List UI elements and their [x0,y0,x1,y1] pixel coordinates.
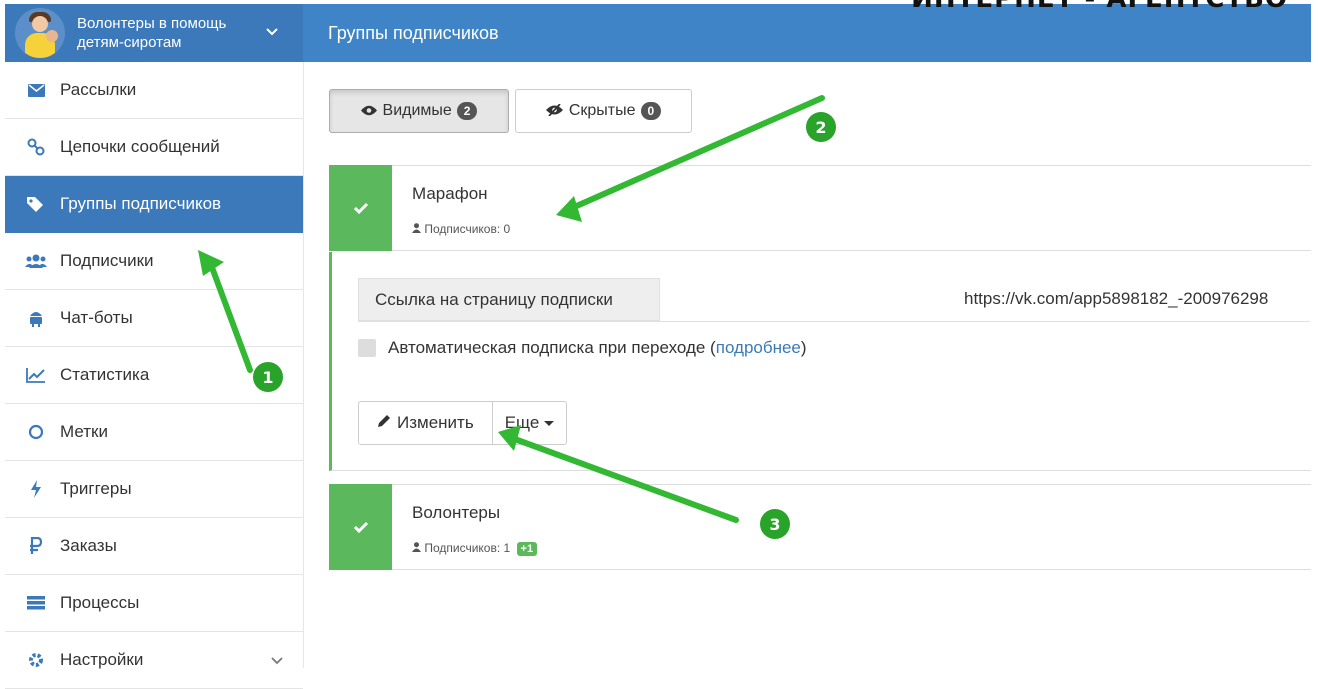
auto-subscribe-option: Автоматическая подписка при переходе (по… [358,338,807,358]
envelope-icon [25,83,47,97]
watermark: ИНТЕРНЕТ - АГЕНТСТВО [911,0,1288,14]
hidden-count-badge: 0 [640,102,662,120]
auto-subscribe-label: Автоматическая подписка при переходе ( [388,338,716,357]
sidebar-item-label: Статистика [60,365,150,384]
chevron-down-icon[interactable] [271,652,283,668]
edit-button[interactable]: Изменить [358,401,493,445]
subscription-link-url[interactable]: https://vk.com/app5898182_-200976298 [964,289,1268,309]
sidebar-item-processes[interactable]: Процессы [5,575,303,632]
sidebar-item-label: Процессы [60,593,140,612]
sidebar-item-label: Подписчики [60,251,154,270]
user-icon [412,541,424,555]
sidebar-item-chatbots[interactable]: Чат-боты [5,290,303,347]
project-title: Волонтеры в помощь детям-сиротам [77,15,227,51]
edit-label: Изменить [397,413,474,432]
auto-subscribe-close: ) [800,338,807,357]
caret-down-icon [544,420,555,426]
sidebar-item-tags[interactable]: Метки [5,404,303,461]
group-name: Марафон [412,184,488,203]
group-actions: Изменить Еще [358,401,568,445]
group-row[interactable]: Марафон Подписчиков: 0 [329,165,1311,251]
subscription-link-label: Ссылка на страницу подписки [358,278,660,321]
check-icon[interactable] [329,484,392,570]
ruble-icon [25,537,47,555]
more-info-link[interactable]: подробнее [716,338,801,358]
annotation-number: 2 [806,112,836,142]
gear-icon [25,651,47,669]
chevron-down-icon[interactable] [266,23,278,39]
sidebar-item-label: Настройки [60,650,144,669]
project-avatar [15,8,65,58]
pencil-icon [377,413,391,433]
filter-hidden-label: Скрытые [568,102,636,119]
new-subscribers-badge: +1 [516,542,538,556]
group-details: Ссылка на страницу подписки https://vk.c… [329,252,1311,471]
group-subscribers: Подписчиков: 1 +1 [412,541,538,556]
auto-subscribe-checkbox[interactable] [358,339,376,357]
subscriber-count: Подписчиков: 0 [424,222,511,236]
sidebar-item-label: Цепочки сообщений [60,137,220,156]
visible-count-badge: 2 [456,102,478,120]
sidebar-item-label: Метки [60,422,108,441]
tasks-icon [25,596,47,610]
chain-icon [25,138,47,156]
sidebar-item-label: Заказы [60,536,117,555]
group-row[interactable]: Волонтеры Подписчиков: 1 +1 [329,484,1311,570]
sidebar-item-settings[interactable]: Настройки [5,632,303,689]
project-selector[interactable]: Волонтеры в помощь детям-сиротам [5,4,303,62]
page-title: Группы подписчиков [328,22,499,43]
group-subscribers: Подписчиков: 0 [412,222,510,236]
divider [358,321,1310,322]
users-icon [25,253,47,269]
sidebar-item-triggers[interactable]: Триггеры [5,461,303,518]
filter-visible-label: Видимые [382,102,452,119]
more-dropdown-button[interactable]: Еще [492,401,568,445]
user-icon [412,222,424,236]
eye-slash-icon [545,103,563,119]
filter-visible-button[interactable]: Видимые 2 [329,89,509,133]
annotation-number: 3 [760,509,790,539]
sidebar-item-chains[interactable]: Цепочки сообщений [5,119,303,176]
sidebar-item-mailings[interactable]: Рассылки [5,62,303,119]
sidebar-item-label: Группы подписчиков [60,194,222,213]
bolt-icon [25,480,47,498]
filter-hidden-button[interactable]: Скрытые 0 [515,89,692,133]
annotation-number: 1 [253,362,283,392]
android-icon [25,309,47,327]
more-label: Еще [504,413,540,432]
circle-icon [25,424,47,440]
sidebar-item-subscribers[interactable]: Подписчики [5,233,303,290]
sidebar: Волонтеры в помощь детям-сиротам Рассылк… [5,4,304,689]
sidebar-item-groups[interactable]: Группы подписчиков [5,176,303,233]
sidebar-item-label: Рассылки [60,80,137,99]
eye-icon [360,103,377,119]
tags-icon [25,196,47,212]
sidebar-item-label: Чат-боты [60,308,133,327]
sidebar-item-label: Триггеры [60,479,132,498]
check-icon[interactable] [329,165,392,251]
sidebar-item-orders[interactable]: Заказы [5,518,303,575]
line-chart-icon [25,367,47,383]
subscriber-count: Подписчиков: 1 [424,541,511,555]
group-name: Волонтеры [412,503,501,522]
